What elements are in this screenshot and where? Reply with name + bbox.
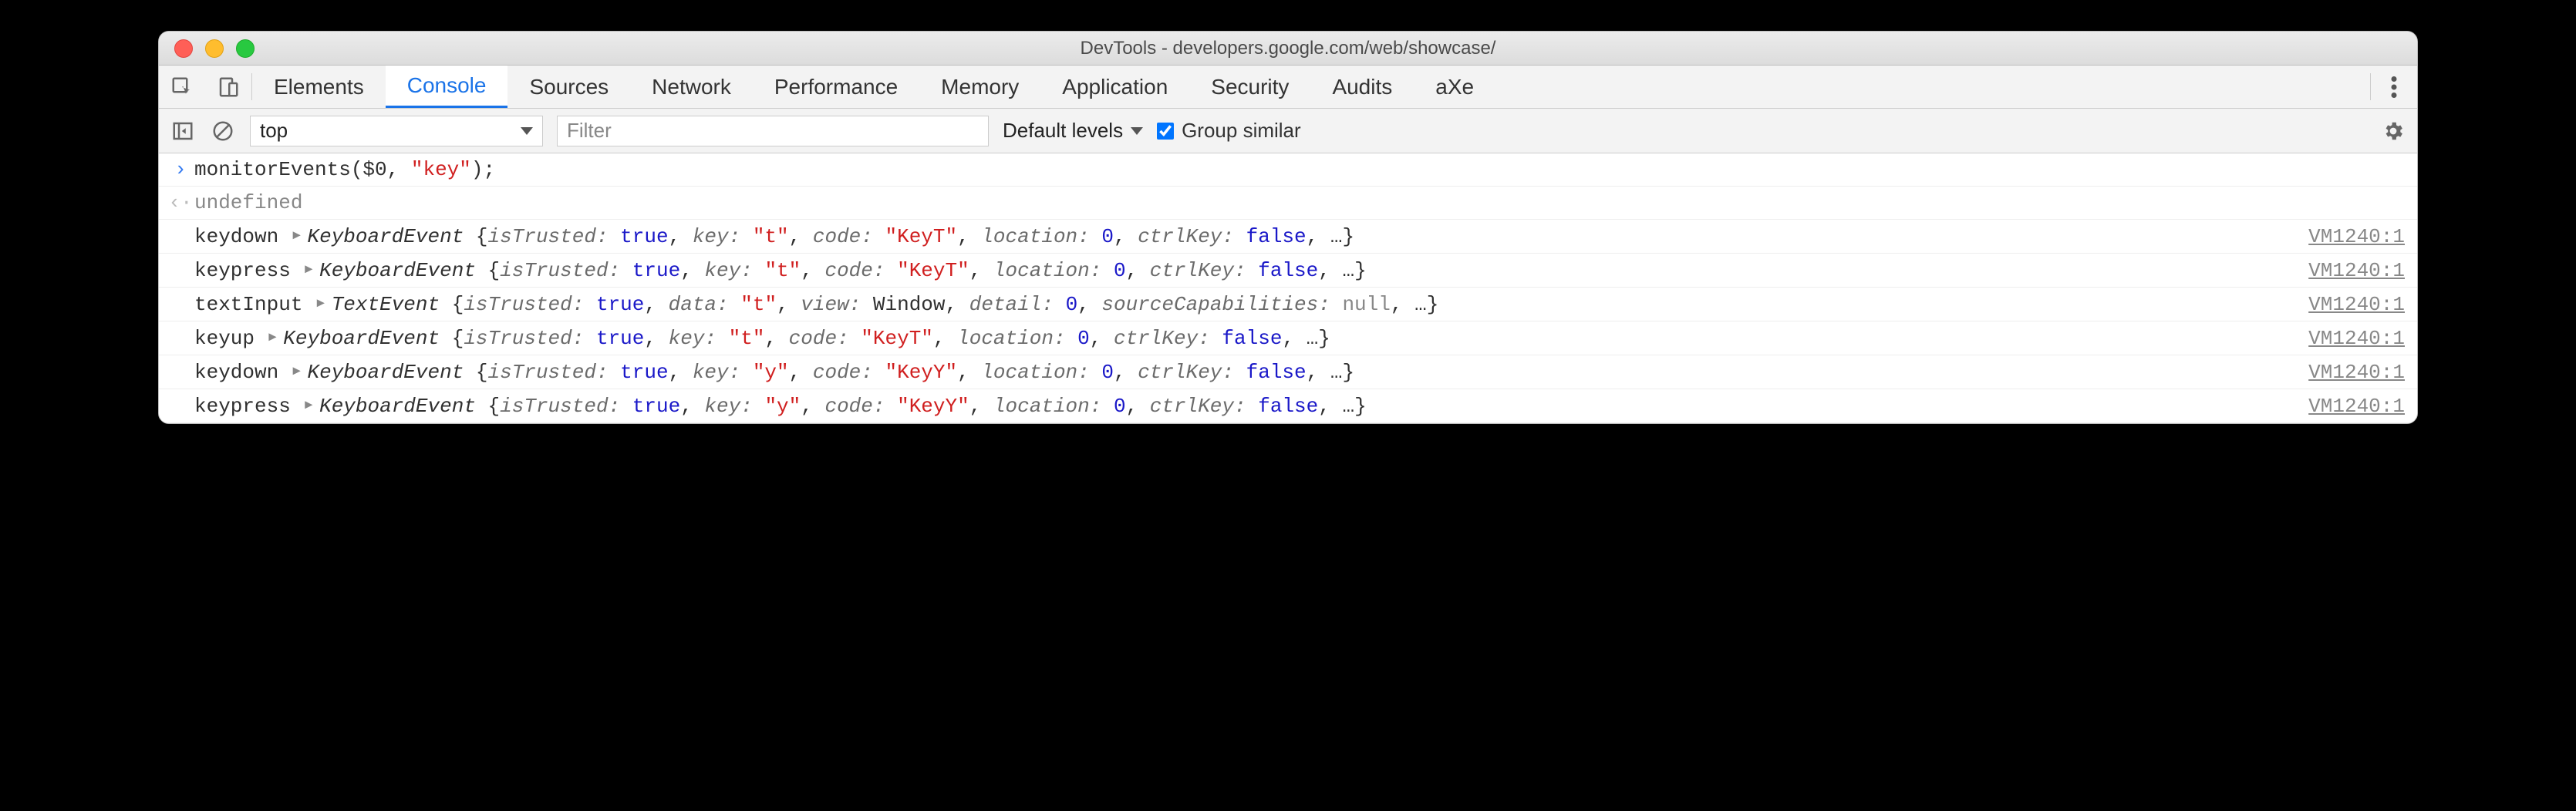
- event-type: KeyboardEvent: [307, 361, 475, 384]
- panel-tabs: ElementsConsoleSourcesNetworkPerformance…: [252, 66, 1495, 108]
- device-toolbar-button[interactable]: [205, 66, 251, 108]
- chevron-right-icon: ›: [167, 158, 194, 181]
- minimize-window-button[interactable]: [205, 39, 224, 58]
- expand-object-icon[interactable]: ▸: [315, 292, 327, 315]
- console-log-row[interactable]: keydown ▸KeyboardEvent {isTrusted: true,…: [159, 220, 2417, 254]
- filter-input[interactable]: [557, 116, 989, 146]
- console-return-row: ‹· undefined: [159, 187, 2417, 220]
- expand-object-icon[interactable]: ▸: [291, 360, 303, 382]
- chevron-down-icon: [521, 127, 533, 135]
- console-log-row[interactable]: keypress ▸KeyboardEvent {isTrusted: true…: [159, 254, 2417, 288]
- expand-object-icon[interactable]: ▸: [302, 258, 315, 281]
- log-gutter: [167, 225, 194, 248]
- event-name: keyup: [194, 327, 267, 350]
- group-similar-label: Group similar: [1182, 119, 1301, 143]
- console-command-text: monitorEvents($0, "key");: [194, 158, 2405, 181]
- group-similar-input[interactable]: [1157, 123, 1174, 140]
- tab-network[interactable]: Network: [630, 66, 753, 108]
- log-gutter: [167, 293, 194, 316]
- source-link[interactable]: VM1240:1: [2308, 395, 2405, 418]
- close-window-button[interactable]: [174, 39, 193, 58]
- source-link[interactable]: VM1240:1: [2308, 361, 2405, 384]
- execution-context-selector[interactable]: top: [250, 116, 543, 146]
- console-settings-button[interactable]: [2380, 118, 2406, 144]
- source-link[interactable]: VM1240:1: [2308, 327, 2405, 350]
- log-gutter: [167, 395, 194, 418]
- source-link[interactable]: VM1240:1: [2308, 259, 2405, 282]
- return-arrow-icon: ‹·: [167, 191, 194, 214]
- titlebar: DevTools - developers.google.com/web/sho…: [159, 32, 2417, 66]
- show-console-sidebar-button[interactable]: [170, 118, 196, 144]
- panel-tabs-bar: ElementsConsoleSourcesNetworkPerformance…: [159, 66, 2417, 109]
- log-gutter: [167, 327, 194, 350]
- source-link[interactable]: VM1240:1: [2308, 293, 2405, 316]
- console-log-row[interactable]: textInput ▸TextEvent {isTrusted: true, d…: [159, 288, 2417, 321]
- console-return-value: undefined: [194, 191, 2405, 214]
- log-content: keydown ▸KeyboardEvent {isTrusted: true,…: [194, 224, 2308, 248]
- event-name: keydown: [194, 361, 291, 384]
- tab-memory[interactable]: Memory: [919, 66, 1040, 108]
- log-content: keypress ▸KeyboardEvent {isTrusted: true…: [194, 394, 2308, 418]
- event-name: textInput: [194, 293, 315, 316]
- console-log-row[interactable]: keypress ▸KeyboardEvent {isTrusted: true…: [159, 389, 2417, 423]
- console-log-row[interactable]: keyup ▸KeyboardEvent {isTrusted: true, k…: [159, 321, 2417, 355]
- event-name: keypress: [194, 395, 302, 418]
- tab-performance[interactable]: Performance: [753, 66, 919, 108]
- tab-application[interactable]: Application: [1040, 66, 1189, 108]
- log-gutter: [167, 259, 194, 282]
- event-type: KeyboardEvent: [283, 327, 451, 350]
- zoom-window-button[interactable]: [236, 39, 255, 58]
- log-levels-selector[interactable]: Default levels: [1003, 119, 1143, 143]
- expand-object-icon[interactable]: ▸: [267, 326, 279, 348]
- expand-object-icon[interactable]: ▸: [302, 394, 315, 416]
- console-log-row[interactable]: keydown ▸KeyboardEvent {isTrusted: true,…: [159, 355, 2417, 389]
- window-title: DevTools - developers.google.com/web/sho…: [159, 38, 2417, 59]
- log-content: keypress ▸KeyboardEvent {isTrusted: true…: [194, 258, 2308, 282]
- log-gutter: [167, 361, 194, 384]
- clear-console-button[interactable]: [210, 118, 236, 144]
- log-levels-label: Default levels: [1003, 119, 1123, 143]
- event-name: keypress: [194, 259, 302, 282]
- log-content: keyup ▸KeyboardEvent {isTrusted: true, k…: [194, 326, 2308, 350]
- inspect-element-button[interactable]: [159, 66, 205, 108]
- event-name: keydown: [194, 225, 291, 248]
- console-input-row[interactable]: › monitorEvents($0, "key");: [159, 153, 2417, 187]
- devtools-window: DevTools - developers.google.com/web/sho…: [158, 31, 2418, 424]
- event-type: TextEvent: [332, 293, 452, 316]
- console-output: › monitorEvents($0, "key"); ‹· undefined…: [159, 153, 2417, 423]
- more-options-button[interactable]: [2371, 66, 2417, 108]
- window-controls: [159, 39, 255, 58]
- event-type: KeyboardEvent: [319, 395, 487, 418]
- group-similar-checkbox[interactable]: Group similar: [1157, 119, 1301, 143]
- console-toolbar: top Default levels Group similar: [159, 109, 2417, 153]
- tab-audits[interactable]: Audits: [1310, 66, 1414, 108]
- source-link[interactable]: VM1240:1: [2308, 225, 2405, 248]
- tab-sources[interactable]: Sources: [507, 66, 630, 108]
- tab-security[interactable]: Security: [1189, 66, 1310, 108]
- log-content: keydown ▸KeyboardEvent {isTrusted: true,…: [194, 360, 2308, 384]
- event-type: KeyboardEvent: [319, 259, 487, 282]
- execution-context-label: top: [260, 119, 288, 143]
- tab-elements[interactable]: Elements: [252, 66, 386, 108]
- log-content: textInput ▸TextEvent {isTrusted: true, d…: [194, 292, 2308, 316]
- tab-axe[interactable]: aXe: [1414, 66, 1495, 108]
- event-type: KeyboardEvent: [307, 225, 475, 248]
- tab-console[interactable]: Console: [386, 66, 508, 108]
- chevron-down-icon: [1131, 127, 1143, 135]
- expand-object-icon[interactable]: ▸: [291, 224, 303, 247]
